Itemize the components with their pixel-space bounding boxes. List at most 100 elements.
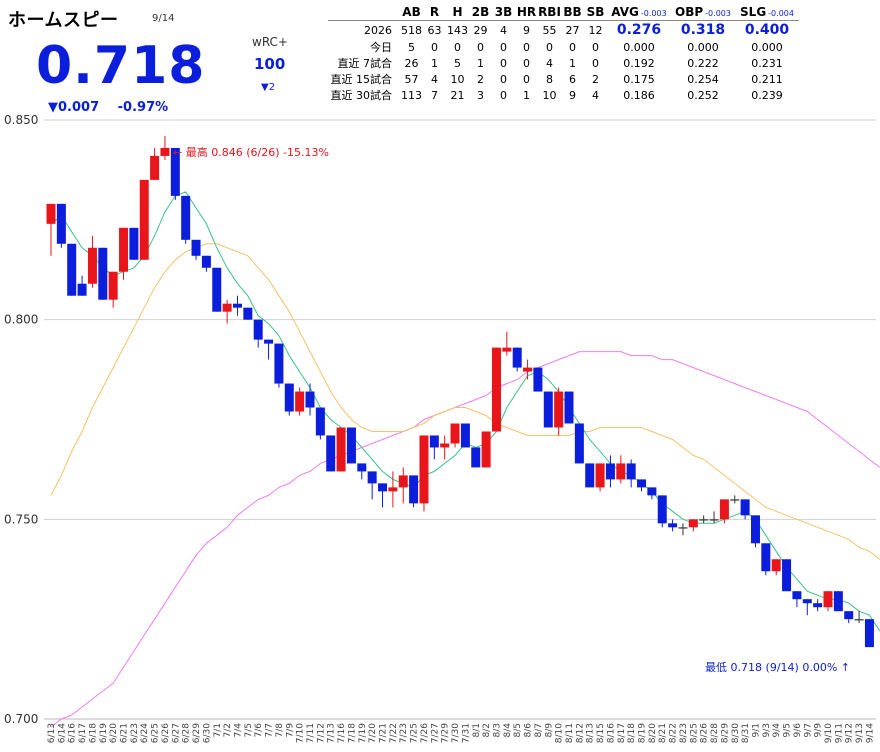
candle-body: [264, 339, 274, 344]
x-tick-label: 6/29: [192, 723, 202, 743]
candle-body: [802, 599, 812, 604]
x-tick-label: 8/5: [513, 723, 523, 737]
x-tick-label: 7/25: [410, 723, 420, 743]
x-tick-label: 7/18: [347, 723, 357, 743]
candle-body: [77, 283, 87, 296]
x-tick-label: 6/25: [151, 723, 161, 743]
x-tick-label: 7/29: [441, 723, 451, 743]
x-tick-label: 8/21: [658, 723, 668, 743]
candle-body: [543, 391, 553, 428]
x-tick-label: 8/17: [617, 723, 627, 743]
x-tick-label: 7/1: [213, 723, 223, 737]
candle-body: [243, 307, 253, 320]
ma-mid-line: [50, 243, 880, 560]
candle-body: [699, 519, 709, 521]
candle-body: [554, 391, 564, 428]
candle-body: [709, 519, 719, 521]
x-tick-label: 6/26: [161, 723, 171, 743]
candle-body: [719, 499, 729, 520]
x-tick-label: 8/1: [472, 723, 482, 737]
x-tick-label: 8/25: [689, 723, 699, 743]
candle-body: [750, 515, 760, 544]
candle-body: [533, 367, 543, 392]
x-tick-label: 6/14: [57, 723, 67, 743]
x-tick-label: 7/2: [223, 723, 233, 737]
x-tick-label: 8/12: [575, 723, 585, 743]
x-tick-label: 9/11: [834, 723, 844, 743]
x-tick-label: 8/31: [741, 723, 751, 743]
candle-body: [295, 391, 305, 412]
x-tick-label: 8/20: [648, 723, 658, 743]
candle-body: [854, 619, 864, 621]
candle-body: [87, 247, 97, 284]
candle-body: [471, 447, 481, 468]
x-tick-label: 9/7: [803, 723, 813, 737]
x-tick-label: 7/23: [399, 723, 409, 743]
candle-body: [378, 483, 388, 492]
x-tick-label: 8/26: [700, 723, 710, 743]
x-tick-label: 9/4: [772, 723, 782, 738]
candle-body: [346, 427, 356, 464]
x-tick-label: 7/26: [420, 723, 430, 743]
x-tick-label: 7/9: [285, 723, 295, 738]
x-tick-label: 9/9: [814, 723, 824, 738]
candle-body: [98, 247, 108, 300]
candle-body: [761, 543, 771, 572]
low-annotation: 最低 0.718 (9/14) 0.00% ↑: [705, 661, 850, 674]
candle-body: [688, 519, 698, 528]
x-tick-label: 9/1: [751, 723, 761, 737]
x-tick-label: 7/13: [327, 723, 337, 743]
candle-body: [647, 487, 657, 496]
x-tick-label: 7/10: [296, 723, 306, 743]
x-tick-label: 8/15: [596, 723, 606, 743]
x-tick-label: 6/17: [78, 723, 88, 743]
x-tick-label: 8/19: [638, 723, 648, 743]
x-tick-label: 8/3: [492, 723, 502, 737]
x-tick-label: 7/4: [233, 723, 243, 738]
x-tick-label: 6/24: [140, 723, 150, 743]
candle-body: [222, 303, 232, 312]
candle-body: [678, 527, 688, 529]
candle-body: [595, 463, 605, 488]
candle-body: [823, 591, 833, 608]
x-tick-label: 6/13: [47, 723, 57, 743]
candle-body: [409, 475, 419, 504]
candle-body: [523, 367, 533, 372]
candle-body: [181, 195, 191, 240]
candle-body: [429, 435, 439, 448]
x-tick-label: 7/5: [244, 723, 254, 737]
x-tick-label: 8/18: [627, 723, 637, 743]
candle-body: [419, 435, 429, 504]
x-tick-label: 7/12: [316, 723, 326, 743]
candle-body: [626, 463, 636, 480]
x-tick-label: 9/13: [855, 723, 865, 743]
candle-body: [201, 255, 211, 268]
x-tick-label: 8/7: [534, 723, 544, 737]
candle-body: [357, 463, 367, 472]
x-tick-label: 7/16: [337, 723, 347, 743]
x-tick-label: 8/30: [731, 723, 741, 743]
candle-body: [274, 343, 284, 384]
x-tick-label: 9/3: [762, 723, 772, 737]
candle-body: [833, 591, 843, 612]
x-tick-label: 6/28: [182, 723, 192, 743]
x-tick-label: 7/20: [368, 723, 378, 743]
x-tick-label: 6/16: [68, 723, 78, 743]
candle-body: [564, 391, 574, 424]
x-tick-label: 8/6: [524, 723, 534, 738]
candle-body: [305, 391, 315, 408]
y-tick-label: 0.700: [4, 712, 38, 726]
x-tick-label: 6/23: [130, 723, 140, 743]
x-tick-label: 7/7: [265, 723, 275, 737]
y-tick-label: 0.800: [4, 313, 38, 327]
x-tick-label: 7/31: [461, 723, 471, 743]
candle-body: [139, 179, 149, 260]
candle-body: [585, 463, 595, 488]
x-tick-label: 8/11: [565, 723, 575, 743]
candle-body: [616, 463, 626, 480]
x-tick-label: 9/12: [845, 723, 855, 743]
candle-body: [502, 347, 512, 352]
candle-body: [56, 203, 66, 244]
candle-body: [481, 431, 491, 468]
candle-body: [326, 435, 336, 472]
